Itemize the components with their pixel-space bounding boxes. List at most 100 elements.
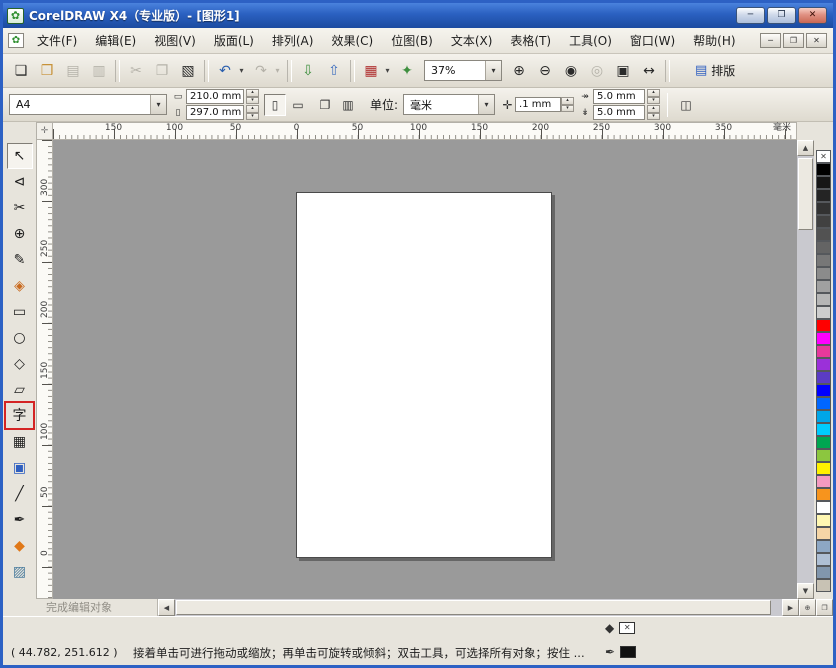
save-icon[interactable]: ▤: [61, 59, 85, 83]
spin-down-button[interactable]: ▾: [246, 112, 259, 120]
fill-color-swatch[interactable]: ✕: [619, 622, 636, 634]
menu-layout[interactable]: 版面(L): [205, 28, 263, 53]
color-swatch[interactable]: [816, 371, 831, 384]
cut-icon[interactable]: ✂: [124, 59, 148, 83]
menu-window[interactable]: 窗口(W): [621, 28, 684, 53]
property-bar-options-button[interactable]: ◫: [675, 94, 697, 116]
spin-up-button[interactable]: ▴: [647, 105, 661, 113]
export-icon[interactable]: ⇧: [322, 59, 346, 83]
shape-tool[interactable]: ⊲: [7, 169, 33, 195]
color-swatch[interactable]: [816, 163, 831, 176]
vertical-scroll-track[interactable]: [797, 156, 814, 583]
close-button[interactable]: ✕: [798, 7, 827, 24]
launcher-dropdown-icon[interactable]: ▾: [382, 59, 393, 83]
minimize-button[interactable]: ─: [736, 7, 765, 24]
color-swatch[interactable]: [816, 332, 831, 345]
eyedropper-tool[interactable]: ╱: [7, 481, 33, 507]
table-tool[interactable]: ▦: [7, 429, 33, 455]
mdi-restore-button[interactable]: ❐: [783, 33, 804, 48]
color-swatch[interactable]: [816, 566, 831, 579]
menu-text[interactable]: 文本(X): [442, 28, 502, 53]
redo-dropdown-icon[interactable]: ▾: [272, 59, 283, 83]
scroll-right-button[interactable]: ▶: [782, 599, 799, 616]
polygon-tool[interactable]: ◇: [7, 351, 33, 377]
landscape-button[interactable]: ▭: [287, 94, 309, 116]
color-swatch[interactable]: [816, 215, 831, 228]
zoom-to-page-icon[interactable]: ↔: [637, 59, 661, 83]
undo-icon[interactable]: ↶: [213, 59, 237, 83]
horizontal-scroll-track[interactable]: [175, 599, 782, 616]
zoom-level-combobox[interactable]: 37% ▾: [424, 60, 502, 81]
zoom-to-all-icon[interactable]: ▣: [611, 59, 635, 83]
copy-icon[interactable]: ❐: [150, 59, 174, 83]
menu-bitmaps[interactable]: 位图(B): [382, 28, 442, 53]
ruler-origin[interactable]: ✛: [36, 122, 53, 140]
pick-tool[interactable]: ↖: [6, 143, 33, 169]
zoom-combo-arrow-icon[interactable]: ▾: [485, 61, 501, 80]
portrait-button[interactable]: ▯: [264, 93, 286, 116]
color-swatch[interactable]: [816, 254, 831, 267]
vertical-scroll-thumb[interactable]: [798, 158, 813, 230]
menu-effects[interactable]: 效果(C): [322, 28, 382, 53]
outline-color-swatch[interactable]: [620, 646, 637, 658]
bottom-zoom-button[interactable]: ⊕: [799, 599, 816, 616]
undo-dropdown-icon[interactable]: ▾: [236, 59, 247, 83]
application-launcher-icon[interactable]: ▦: [359, 59, 383, 83]
scroll-down-button[interactable]: ▼: [797, 583, 814, 599]
spin-up-button[interactable]: ▴: [246, 105, 259, 113]
color-swatch[interactable]: [816, 189, 831, 202]
spin-down-button[interactable]: ▾: [647, 96, 661, 104]
color-swatch[interactable]: [816, 319, 831, 332]
color-swatch[interactable]: [816, 436, 831, 449]
color-swatch[interactable]: [816, 462, 831, 475]
spin-down-button[interactable]: ▾: [561, 104, 575, 112]
welcome-screen-icon[interactable]: ✦: [395, 59, 419, 83]
color-swatch[interactable]: [816, 488, 831, 501]
menu-arrange[interactable]: 排列(A): [263, 28, 323, 53]
navigator-button[interactable]: ❐: [816, 599, 833, 616]
layout-toolbar-button[interactable]: ▤ 排版: [687, 59, 743, 83]
menu-table[interactable]: 表格(T): [501, 28, 560, 53]
mdi-close-button[interactable]: ✕: [806, 33, 827, 48]
color-swatch[interactable]: [816, 202, 831, 215]
units-combo-arrow-icon[interactable]: ▾: [478, 95, 495, 114]
color-swatch[interactable]: [816, 449, 831, 462]
color-swatch[interactable]: [816, 306, 831, 319]
color-swatch[interactable]: [816, 280, 831, 293]
horizontal-scroll-thumb[interactable]: [176, 600, 771, 615]
color-swatch[interactable]: [816, 384, 831, 397]
paper-width-field[interactable]: 210.0 mm: [186, 89, 244, 104]
paper-size-combo-arrow-icon[interactable]: ▾: [150, 95, 166, 114]
color-swatch[interactable]: [816, 241, 831, 254]
interactive-fill-tool[interactable]: ▨: [7, 559, 33, 585]
zoom-to-selection-icon[interactable]: ◎: [585, 59, 609, 83]
color-swatch[interactable]: [816, 410, 831, 423]
freehand-tool[interactable]: ✎: [7, 247, 33, 273]
menu-tools[interactable]: 工具(O): [560, 28, 621, 53]
rectangle-tool[interactable]: ▭: [7, 299, 33, 325]
color-swatch[interactable]: [816, 514, 831, 527]
spin-up-button[interactable]: ▴: [647, 89, 661, 97]
interactive-blend-tool[interactable]: ▣: [7, 455, 33, 481]
color-swatch[interactable]: [816, 293, 831, 306]
spin-up-button[interactable]: ▴: [561, 97, 575, 105]
fill-tool[interactable]: ◆: [7, 533, 33, 559]
color-swatch[interactable]: [816, 423, 831, 436]
current-page-button[interactable]: ▥: [337, 94, 359, 116]
basic-shapes-tool[interactable]: ▱: [7, 377, 33, 403]
color-swatch[interactable]: [816, 540, 831, 553]
color-swatch[interactable]: [816, 228, 831, 241]
duplicate-y-field[interactable]: 5.0 mm: [593, 105, 646, 120]
import-icon[interactable]: ⇩: [296, 59, 320, 83]
paper-size-combobox[interactable]: A4 ▾: [9, 94, 167, 115]
color-swatch[interactable]: [816, 475, 831, 488]
color-swatch[interactable]: [816, 358, 831, 371]
page[interactable]: [296, 192, 552, 558]
new-document-icon[interactable]: ❏: [9, 59, 33, 83]
smart-fill-tool[interactable]: ◈: [7, 273, 33, 299]
maximize-button[interactable]: ❐: [767, 7, 796, 24]
paste-icon[interactable]: ▧: [176, 59, 200, 83]
units-combobox[interactable]: 毫米 ▾: [403, 94, 496, 115]
mdi-minimize-button[interactable]: ─: [760, 33, 781, 48]
zoom-tool[interactable]: ⊕: [7, 221, 33, 247]
